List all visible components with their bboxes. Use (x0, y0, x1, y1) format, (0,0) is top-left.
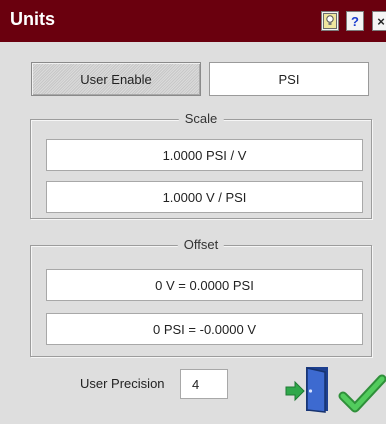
close-icon: × (377, 13, 385, 29)
scale-psi-per-volt-field[interactable]: 1.0000 PSI / V (46, 139, 363, 171)
user-precision-input[interactable]: 4 (180, 369, 228, 399)
lightbulb-icon (323, 13, 337, 29)
units-dialog: Units ? × User Enable PSI Scale 1.0000 P… (0, 0, 386, 424)
scale-volt-per-psi-field[interactable]: 1.0000 V / PSI (46, 181, 363, 213)
offset-group-label: Offset (177, 237, 225, 252)
unit-field[interactable]: PSI (209, 62, 369, 96)
window-title: Units (10, 9, 55, 29)
user-precision-label: User Precision (80, 376, 165, 391)
title-bar: Units ? × (0, 0, 386, 42)
question-mark-icon: ? (351, 13, 359, 29)
exit-button[interactable] (283, 363, 331, 415)
hint-button[interactable] (321, 11, 339, 31)
offset-volt-field[interactable]: 0 V = 0.0000 PSI (46, 269, 363, 301)
close-button[interactable]: × (372, 11, 386, 31)
scale-group: Scale 1.0000 PSI / V 1.0000 V / PSI (30, 111, 372, 219)
offset-psi-field[interactable]: 0 PSI = -0.0000 V (46, 313, 363, 345)
ok-button[interactable] (338, 372, 386, 416)
help-button[interactable]: ? (346, 11, 364, 31)
scale-group-label: Scale (178, 111, 224, 126)
exit-door-icon (285, 367, 328, 413)
offset-group: Offset 0 V = 0.0000 PSI 0 PSI = -0.0000 … (30, 237, 372, 357)
checkmark-icon (338, 374, 386, 413)
user-enable-button[interactable]: User Enable (31, 62, 201, 96)
